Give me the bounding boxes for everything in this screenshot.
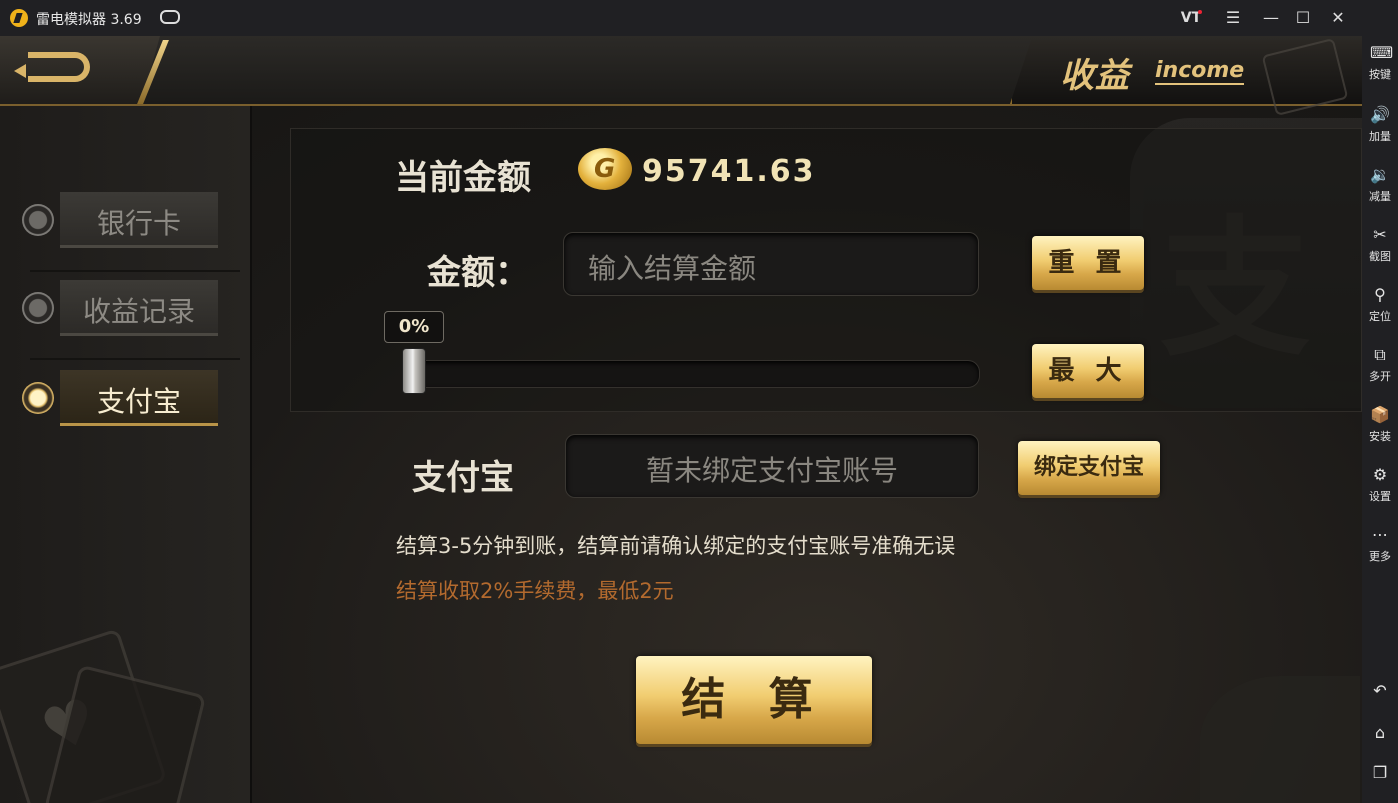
radio-icon	[22, 292, 54, 324]
header-bar: 收益 income	[0, 36, 1362, 117]
minimize-icon[interactable]: —	[1258, 6, 1284, 30]
tab-label: 银行卡	[96, 207, 181, 240]
vt-indicator[interactable]: VT	[1178, 6, 1204, 30]
balance-value: 95741.63	[642, 154, 816, 189]
menu-icon[interactable]: ☰	[1220, 6, 1246, 30]
back-button[interactable]	[0, 36, 160, 104]
home-icon: ⌂	[1374, 723, 1386, 742]
radio-icon	[22, 204, 54, 236]
multi-instance-icon: ⧉	[1374, 345, 1386, 364]
sidebar-item-install[interactable]: 📦 安装	[1362, 406, 1398, 444]
table-decoration	[1200, 676, 1360, 803]
balance-label: 当前金额	[395, 158, 531, 198]
nav-recent-button[interactable]: ❐	[1362, 764, 1398, 786]
tab-label: 支付宝	[96, 385, 181, 418]
window-title: 雷电模拟器 3.69	[36, 12, 142, 28]
gold-coin-icon	[578, 148, 632, 190]
sidebar-item-settings[interactable]: ⚙ 设置	[1362, 466, 1398, 504]
apk-install-icon: 📦	[1370, 405, 1390, 424]
back-icon: ↶	[1373, 681, 1387, 700]
reset-button[interactable]: 重 置	[1032, 236, 1144, 290]
more-dots-icon: ⋯	[1372, 525, 1388, 544]
volume-up-icon: 🔊	[1370, 105, 1390, 124]
amount-slider-track[interactable]	[402, 360, 980, 388]
emulator-sidebar: ⌨ 按键 🔊 加量 🔉 减量 ✂ 截图 ⚲ 定位 ⧉ 多开 📦 安装 ⚙ 设置 ⋯ 更多 ↶ ⌂ …	[1362, 36, 1398, 803]
amount-label: 金额：	[427, 253, 529, 293]
alipay-account-field: 暂未绑定支付宝账号	[565, 434, 979, 498]
sidebar-item-volume-down[interactable]: 🔉 减量	[1362, 166, 1398, 204]
close-icon[interactable]: ✕	[1325, 6, 1351, 30]
amount-slider-thumb[interactable]	[402, 348, 426, 394]
page-title: 收益	[1060, 56, 1130, 96]
nav-home-button[interactable]: ⌂	[1362, 724, 1398, 746]
location-pin-icon: ⚲	[1374, 285, 1386, 304]
keyboard-icon: ⌨	[1370, 43, 1394, 62]
page-title-en: income	[1155, 58, 1245, 85]
volume-down-icon: 🔉	[1370, 165, 1390, 184]
max-button[interactable]: 最 大	[1032, 344, 1144, 398]
tab-bank-card[interactable]: 银行卡	[22, 190, 222, 250]
alipay-label: 支付宝	[412, 458, 514, 498]
scissors-icon: ✂	[1373, 225, 1387, 244]
sidebar-item-multi[interactable]: ⧉ 多开	[1362, 346, 1398, 384]
gamepad-icon[interactable]	[160, 10, 180, 24]
slider-percent-badge: 0%	[384, 311, 444, 343]
tab-alipay[interactable]: 支付宝	[22, 368, 222, 428]
radio-selected-icon	[22, 382, 54, 414]
settle-button[interactable]: 结 算	[636, 656, 872, 744]
sidebar-item-location[interactable]: ⚲ 定位	[1362, 286, 1398, 324]
back-arrow-icon	[14, 52, 90, 82]
maximize-icon[interactable]: ☐	[1290, 6, 1316, 30]
settlement-info-text: 结算3-5分钟到账，结算前请确认绑定的支付宝账号准确无误	[396, 534, 956, 558]
nav-back-button[interactable]: ↶	[1362, 682, 1398, 704]
divider	[30, 270, 240, 272]
app-logo-icon	[10, 9, 28, 27]
emulator-title-bar: 雷电模拟器 3.69 VT ☰ — ☐ ✕	[0, 0, 1398, 36]
amount-input[interactable]: 输入结算金额	[563, 232, 979, 296]
sidebar-item-keymap[interactable]: ⌨ 按键	[1362, 44, 1398, 82]
gear-icon: ⚙	[1372, 465, 1388, 484]
sidebar-item-screenshot[interactable]: ✂ 截图	[1362, 226, 1398, 264]
divider	[30, 358, 240, 360]
sidebar-item-more[interactable]: ⋯ 更多	[1362, 526, 1398, 564]
recent-apps-icon: ❐	[1372, 763, 1388, 782]
tab-label: 收益记录	[82, 295, 195, 328]
bind-alipay-button[interactable]: 绑定支付宝	[1018, 441, 1160, 495]
tab-income-records[interactable]: 收益记录	[22, 278, 222, 338]
fee-info-text: 结算收取2%手续费，最低2元	[396, 579, 674, 603]
sidebar-item-volume-up[interactable]: 🔊 加量	[1362, 106, 1398, 144]
